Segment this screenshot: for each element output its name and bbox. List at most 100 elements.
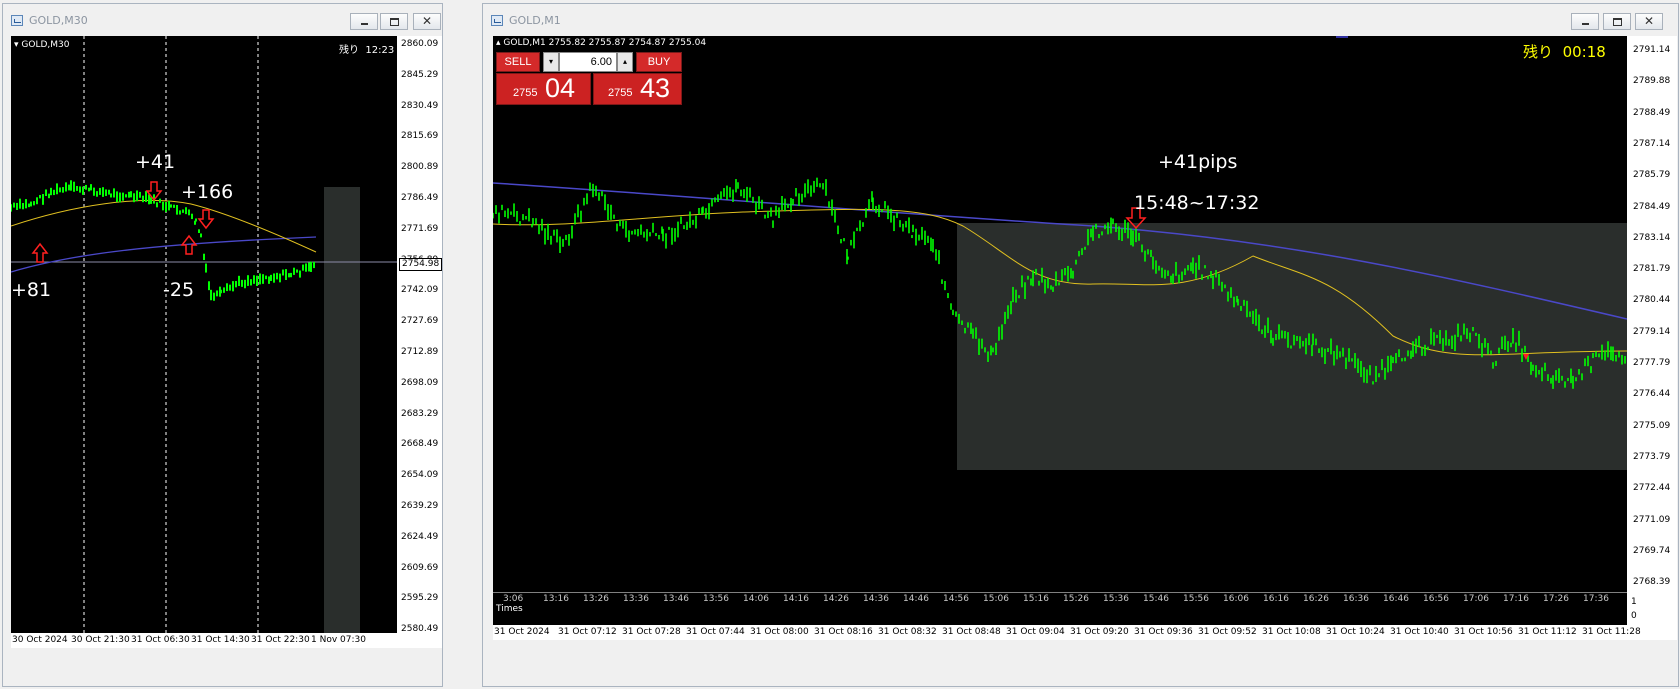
left-time-axis[interactable]: 30 Oct 2024 30 Oct 21:30 31 Oct 06:30 31 Oc… <box>11 633 442 648</box>
right-chart-area[interactable]: ▴ GOLD,M1 2755.82 2755.87 2754.87 2755.0… <box>493 36 1627 625</box>
price-axis-label: 2788.49 <box>1633 107 1671 118</box>
time-axis-label: 31 Oct 14:30 <box>191 635 250 645</box>
indicator-time-label: 14:16 <box>783 594 809 604</box>
price-axis-label: 2771.69 <box>401 223 439 234</box>
right-chart-canvas <box>493 36 1627 470</box>
left-current-price-tag: 2754.98 <box>399 258 443 271</box>
lot-increase-button[interactable]: ▴ <box>617 52 633 72</box>
time-axis-label: 31 Oct 11:28 <box>1582 627 1641 637</box>
right-window-title: GOLD,M1 <box>509 14 561 27</box>
price-axis-label: 2787.14 <box>1633 138 1671 149</box>
right-chart-header: ▴ GOLD,M1 2755.82 2755.87 2754.87 2755.0… <box>496 38 707 48</box>
sell-arrow-icon <box>197 209 215 230</box>
left-window-title: GOLD,M30 <box>29 14 88 27</box>
annotation-time-range: 15:48~17:32 <box>1134 192 1260 214</box>
price-axis-label: 2786.49 <box>401 193 439 203</box>
price-axis-label: 2698.09 <box>401 377 439 388</box>
left-chart-symbol-text: GOLD,M30 <box>21 40 70 50</box>
price-axis-label: 2815.69 <box>401 131 439 142</box>
time-axis-label: 31 Oct 07:12 <box>558 627 617 637</box>
time-axis-label: 31 Oct 09:04 <box>1006 627 1065 637</box>
indicator-time-label: 15:46 <box>1143 594 1169 604</box>
buy-button-label: BUY <box>647 56 671 68</box>
left-countdown-label: 残り <box>339 45 359 56</box>
indicator-axis-max: 1 <box>1631 597 1637 607</box>
indicator-time-label: 3:06 <box>503 594 524 604</box>
annotation-plus-81: +81 <box>11 279 52 301</box>
period-marker <box>1336 36 1348 38</box>
time-axis-label: 31 Oct 08:00 <box>750 627 809 637</box>
buy-price-prefix: 2755 <box>608 87 633 99</box>
time-axis-label: 31 Oct 11:12 <box>1518 627 1577 637</box>
price-axis-label: 2781.79 <box>1633 264 1671 275</box>
buy-price-panel[interactable]: 2755 43 <box>593 73 682 105</box>
left-window-titlebar[interactable]: GOLD,M30 ✕ <box>3 4 442 36</box>
indicator-time-label: 16:26 <box>1303 594 1329 604</box>
annotation-plus-166: +166 <box>181 181 234 203</box>
right-countdown: 残り 00:18 <box>1523 41 1606 62</box>
price-axis-label: 2783.14 <box>1633 232 1671 243</box>
right-countdown-value: 00:18 <box>1562 43 1606 61</box>
left-chart-window[interactable]: GOLD,M30 ✕ ▾ GOLD,M30 残り 12:23 +41 +166 … <box>2 3 443 687</box>
minimize-button[interactable] <box>1571 13 1599 30</box>
close-button[interactable]: ✕ <box>413 13 441 30</box>
trade-zone-box <box>957 223 1627 470</box>
time-axis-label: 31 Oct 07:44 <box>686 627 745 637</box>
maximize-button[interactable] <box>1603 13 1631 30</box>
indicator-time-label: 16:16 <box>1263 594 1289 604</box>
annotation-minus-25: -25 <box>163 279 195 301</box>
time-axis-label: 31 Oct 22:30 <box>251 635 310 645</box>
price-axis-label: 2595.29 <box>401 593 439 604</box>
annotation-plus-41: +41 <box>135 151 176 173</box>
indicator-time-label: 17:36 <box>1583 594 1609 604</box>
indicator-time-label: 15:56 <box>1183 594 1209 604</box>
right-window-titlebar[interactable]: GOLD,M1 ✕ <box>483 4 1678 36</box>
indicator-time-label: 16:56 <box>1423 594 1449 604</box>
time-axis-label: 31 Oct 09:52 <box>1198 627 1257 637</box>
price-axis-label: 2624.49 <box>401 531 439 542</box>
price-axis-label: 2727.69 <box>401 316 439 327</box>
price-axis-label: 2777.79 <box>1633 358 1671 368</box>
price-axis-label: 2800.89 <box>401 162 439 173</box>
indicator-time-label: 14:56 <box>943 594 969 604</box>
indicator-time-label: 13:46 <box>663 594 689 604</box>
left-chart-area[interactable]: ▾ GOLD,M30 残り 12:23 +41 +166 +81 -25 <box>11 36 397 633</box>
price-axis-label: 2830.49 <box>401 100 439 111</box>
time-axis-label: 31 Oct 2024 <box>494 627 550 637</box>
indicator-time-label: 16:46 <box>1383 594 1409 604</box>
maximize-button[interactable] <box>380 13 408 30</box>
indicator-time-label: 14:26 <box>823 594 849 604</box>
right-price-axis[interactable]: 2791.14 2789.88 2788.49 2787.14 2785.79 2784.… <box>1627 36 1677 625</box>
lot-size-input[interactable]: 6.00 <box>559 52 617 72</box>
price-axis-label: 2776.44 <box>1633 389 1671 400</box>
right-time-axis[interactable]: 31 Oct 2024 31 Oct 07:12 31 Oct 07:28 31 Oc… <box>493 625 1677 640</box>
left-chart-symbol: ▾ GOLD,M30 <box>14 40 70 50</box>
sell-button[interactable]: SELL <box>496 52 540 72</box>
price-axis-label: 2771.09 <box>1633 514 1671 525</box>
buy-arrow-icon <box>31 242 49 263</box>
chart-window-icon <box>491 15 503 26</box>
right-chart-window[interactable]: GOLD,M1 ✕ ▴ GOLD,M1 2755.82 2755.87 2754… <box>482 3 1679 687</box>
indicator-time-label: 15:06 <box>983 594 1009 604</box>
time-axis-label: 31 Oct 06:30 <box>131 635 190 645</box>
price-axis-label: 2773.79 <box>1633 451 1671 462</box>
price-axis-label: 2609.69 <box>401 562 439 573</box>
indicator-time-label: 14:36 <box>863 594 889 604</box>
indicator-time-label: 15:36 <box>1103 594 1129 604</box>
close-button[interactable]: ✕ <box>1635 13 1663 30</box>
price-axis-label: 2768.39 <box>1633 577 1671 588</box>
lot-decrease-button[interactable]: ▾ <box>543 52 559 72</box>
time-axis-label: 31 Oct 09:36 <box>1134 627 1193 637</box>
minimize-button[interactable] <box>350 13 378 30</box>
price-axis-label: 2712.89 <box>401 347 439 357</box>
indicator-time-label: 13:36 <box>623 594 649 604</box>
left-chart-canvas <box>11 36 397 633</box>
buy-price-main: 43 <box>640 73 671 103</box>
indicator-time-label: 17:16 <box>1503 594 1529 604</box>
price-axis-label: 2775.09 <box>1633 420 1671 431</box>
price-axis-label: 2742.09 <box>401 285 439 296</box>
sell-price-panel[interactable]: 2755 04 <box>496 73 591 105</box>
buy-button[interactable]: BUY <box>636 52 682 72</box>
price-axis-label: 2785.79 <box>1633 170 1671 181</box>
left-price-axis[interactable]: 2860.09 2845.29 2830.49 2815.69 2800.89 2786.… <box>397 36 442 633</box>
